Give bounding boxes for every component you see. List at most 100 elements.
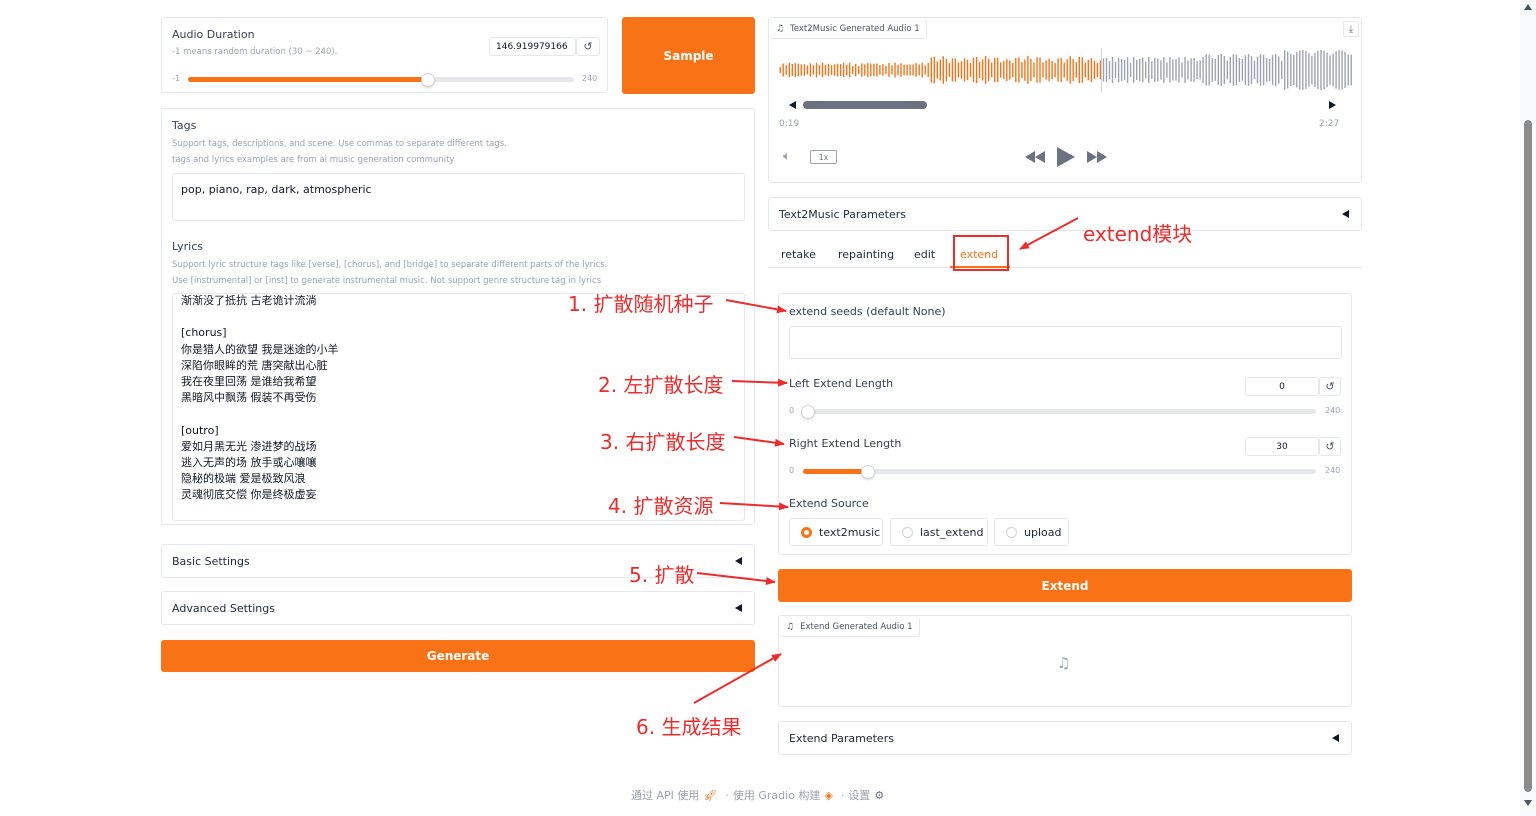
extend-audio-tag: ♫ Extend Generated Audio 1 (780, 617, 920, 637)
waveform-bar (951, 58, 954, 82)
audio-duration-slider-thumb[interactable] (421, 73, 436, 87)
fast-forward-icon[interactable] (1087, 151, 1107, 163)
gradio-logo-icon: ◈ (824, 788, 833, 802)
waveform-bar (1302, 50, 1304, 90)
waveform-bar (1111, 57, 1114, 83)
waveform-bar (984, 56, 987, 84)
waveform-bar (1060, 57, 1062, 83)
extend-seeds-input[interactable] (789, 326, 1342, 359)
left-extend-slider[interactable] (803, 409, 1316, 414)
source-option-text2music[interactable]: text2music (789, 518, 883, 546)
download-icon[interactable]: ⤓ (1343, 21, 1359, 37)
right-extend-min: 0 (789, 466, 795, 475)
extend-panel: extend seeds (default None) Left Extend … (778, 293, 1352, 555)
right-extend-length-label: Right Extend Length (789, 437, 902, 450)
collapse-icon (735, 557, 742, 565)
left-extend-reset-button[interactable]: ↺ (1319, 377, 1341, 396)
audio-duration-reset-button[interactable]: ↺ (576, 37, 600, 56)
waveform-bar (1247, 54, 1250, 86)
scrollbar-thumb[interactable] (803, 101, 927, 109)
source-option-last-extend[interactable]: last_extend (890, 518, 988, 546)
play-icon[interactable] (1057, 147, 1075, 167)
waveform-bar (1154, 58, 1156, 82)
waveform-bar (939, 59, 941, 81)
right-extend-slider-thumb[interactable] (861, 465, 876, 479)
left-extend-slider-thumb[interactable] (801, 405, 815, 419)
annotation-extend: 5. 扩散 (629, 563, 695, 587)
tab-retake[interactable]: retake (781, 248, 816, 261)
rewind-icon[interactable] (1025, 151, 1045, 163)
waveform-bar (1036, 57, 1038, 83)
waveform-bar (782, 63, 784, 77)
text2music-parameters-accordion[interactable]: Text2Music Parameters (768, 197, 1362, 231)
footer-gradio-link[interactable]: 使用 Gradio 构建 (733, 787, 821, 803)
left-extend-length-input[interactable]: 0 (1245, 377, 1319, 396)
waveform-bar (930, 57, 932, 83)
extend-audio-output: ♫ Extend Generated Audio 1 ♫ (778, 615, 1352, 707)
reset-icon: ↺ (1325, 440, 1335, 453)
generate-button[interactable]: Generate (161, 640, 755, 672)
lyrics-line: 逃入无声的场 放手或心嚷嚷 (181, 455, 317, 469)
waveform-bar (818, 65, 821, 75)
collapse-icon (735, 604, 742, 612)
right-extend-length-input[interactable]: 30 (1245, 437, 1319, 456)
lyrics-lines: 渐渐没了抵抗 古老诡计流淌 [chorus] 你是猎人的欲望 我是迷途的小羊 深陷你… (181, 294, 736, 503)
tab-edit[interactable]: edit (914, 248, 935, 261)
waveform-scrollbar[interactable] (789, 100, 1336, 110)
waveform-bar (978, 61, 981, 79)
annotation-right-length: 3. 右扩散长度 (600, 430, 726, 454)
waveform-bar (1287, 51, 1289, 89)
advanced-settings-accordion[interactable]: Advanced Settings (161, 591, 755, 625)
scroll-right-icon[interactable] (1329, 101, 1336, 109)
right-extend-slider[interactable] (803, 469, 1316, 474)
page-scrollbar-thumb[interactable] (1524, 120, 1532, 792)
gear-icon: ⚙ (874, 788, 885, 802)
right-extend-reset-button[interactable]: ↺ (1319, 437, 1341, 456)
playback-speed-button[interactable]: 1x (810, 150, 837, 164)
lyrics-input[interactable]: 渐渐没了抵抗 古老诡计流淌 [chorus] 你是猎人的欲望 我是迷途的小羊 深陷你… (172, 293, 745, 521)
extend-parameters-accordion[interactable]: Extend Parameters (778, 721, 1352, 755)
waveform-bar (915, 63, 917, 77)
waveform-bar (864, 64, 866, 76)
waveform-bar (1184, 57, 1186, 83)
footer-settings-link[interactable]: 设置 (848, 787, 870, 803)
audio-duration-hint: -1 means random duration (30 ~ 240). (172, 47, 338, 57)
scroll-down-icon[interactable] (1524, 800, 1532, 806)
volume-icon[interactable]: 🔈︎ (783, 149, 791, 164)
waveform-bar (855, 63, 857, 77)
waveform-bar (1081, 57, 1083, 83)
waveform-bar (1042, 62, 1044, 78)
waveform-bar (833, 64, 836, 76)
scroll-left-icon[interactable] (789, 101, 796, 109)
footer-separator: · (725, 788, 729, 802)
extend-button[interactable]: Extend (778, 569, 1352, 602)
source-option-label: text2music (819, 525, 881, 539)
waveform-bar (861, 63, 863, 77)
scroll-up-icon[interactable] (1524, 4, 1532, 10)
waveform-bar (1244, 55, 1247, 85)
waveform-bar (1027, 56, 1029, 84)
waveform-bar (1256, 56, 1259, 84)
waveform-bar (1208, 54, 1210, 86)
waveform-bar (1087, 59, 1089, 81)
audio-duration-panel: Audio Duration -1 means random duration … (161, 17, 608, 93)
tab-repainting[interactable]: repainting (838, 248, 894, 261)
sample-button[interactable]: Sample (622, 17, 755, 94)
waveform[interactable] (779, 48, 1353, 92)
waveform-bar (1024, 59, 1026, 81)
tags-input[interactable]: pop, piano, rap, dark, atmospheric (172, 173, 745, 221)
waveform-bar (991, 62, 993, 78)
waveform-bar (1142, 57, 1144, 83)
waveform-bar (1126, 57, 1129, 83)
footer-api-link[interactable]: 通过 API 使用 (631, 787, 699, 803)
waveform-bar (1117, 57, 1120, 83)
audio-duration-input[interactable]: 146.919979166 (489, 37, 576, 56)
extend-parameters-title: Extend Parameters (789, 732, 894, 745)
text2music-audio-tag-label: Text2Music Generated Audio 1 (790, 23, 920, 34)
waveform-bar (1214, 59, 1216, 81)
waveform-bar (1136, 59, 1138, 80)
page-scrollbar[interactable] (1520, 0, 1536, 816)
annotation-left-length: 2. 左扩散长度 (598, 373, 724, 397)
waveform-bar (924, 65, 926, 75)
source-option-upload[interactable]: upload (994, 518, 1069, 546)
